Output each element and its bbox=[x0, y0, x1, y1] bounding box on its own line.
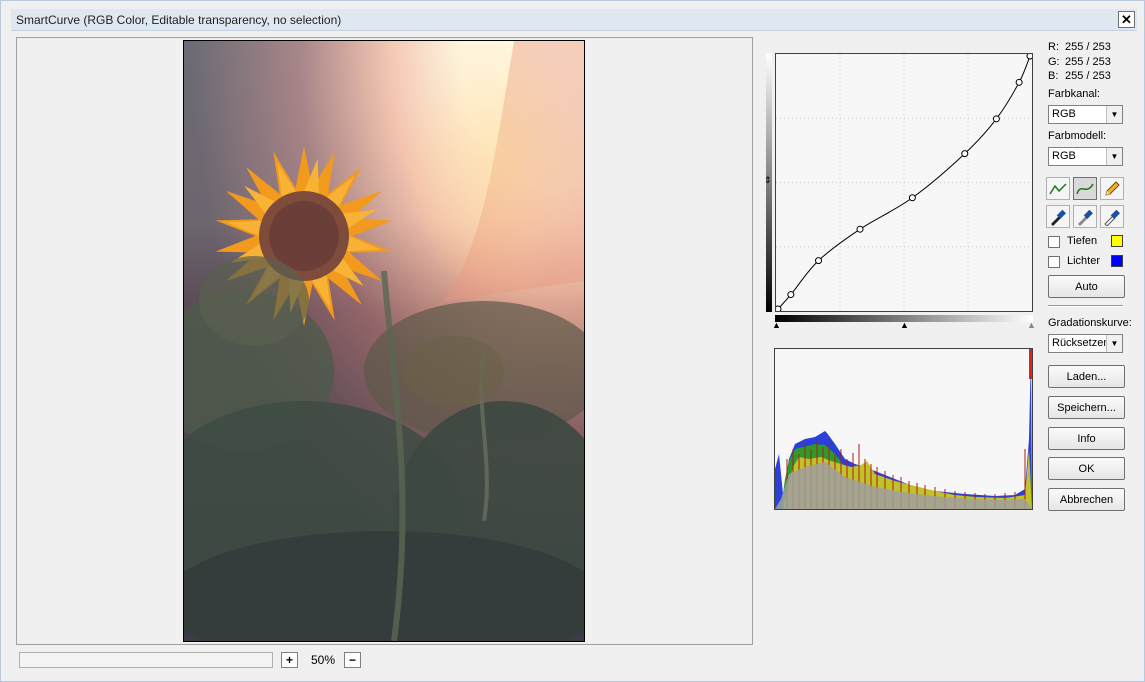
channel-select[interactable]: RGB ▼ bbox=[1048, 105, 1123, 124]
smooth-curve-tool[interactable] bbox=[1073, 177, 1097, 200]
curve-control-point[interactable] bbox=[856, 225, 864, 233]
pencil-icon bbox=[1105, 180, 1120, 196]
gray-eyedropper-icon bbox=[1078, 209, 1093, 226]
smartcurve-dialog: SmartCurve (RGB Color, Editable transpar… bbox=[0, 0, 1145, 682]
shadows-label: Tiefen bbox=[1067, 235, 1098, 247]
blue-value: 255 / 253 bbox=[1065, 70, 1111, 82]
info-button[interactable]: Info bbox=[1048, 427, 1125, 450]
zoom-in-button[interactable]: + bbox=[281, 652, 298, 668]
black-point-handle[interactable]: ▲ bbox=[772, 321, 781, 330]
highlights-label: Lichter bbox=[1067, 255, 1101, 267]
curve-control-point[interactable] bbox=[908, 194, 916, 202]
curve-grid bbox=[776, 54, 1032, 311]
highlights-checkbox[interactable] bbox=[1048, 256, 1060, 268]
white-point-handle[interactable]: ▲ bbox=[1027, 321, 1036, 330]
curve-control-point[interactable] bbox=[787, 291, 795, 299]
minus-icon: − bbox=[348, 653, 356, 667]
color-model-label: Farbmodell: bbox=[1048, 130, 1107, 142]
blue-label: B: bbox=[1048, 70, 1059, 82]
title-bar: SmartCurve (RGB Color, Editable transpar… bbox=[11, 9, 1137, 31]
chevron-down-icon: ▼ bbox=[1106, 335, 1122, 352]
curve-control-point[interactable] bbox=[815, 257, 823, 265]
progress-bar bbox=[19, 652, 273, 668]
histogram-canvas bbox=[775, 349, 1032, 509]
curve-control-point[interactable] bbox=[992, 115, 1000, 123]
green-value: 255 / 253 bbox=[1065, 55, 1111, 68]
sunflower-photo bbox=[184, 41, 584, 641]
plus-icon: + bbox=[285, 653, 293, 667]
chevron-down-icon: ▼ bbox=[1106, 106, 1122, 123]
curve-control-point[interactable] bbox=[1026, 52, 1034, 60]
close-button[interactable]: ✕ bbox=[1118, 11, 1135, 28]
load-button[interactable]: Laden... bbox=[1048, 365, 1125, 388]
color-model-select-value: RGB bbox=[1052, 150, 1076, 162]
curve-control-point[interactable] bbox=[774, 305, 782, 313]
color-model-select[interactable]: RGB ▼ bbox=[1048, 147, 1123, 166]
shadows-checkbox[interactable] bbox=[1048, 236, 1060, 248]
highlights-color-swatch[interactable] bbox=[1111, 255, 1123, 267]
pixel-value-readout: R: 255 / 253 G: 255 / 253 B: 255 / 253 bbox=[1048, 40, 1111, 84]
curve-editor[interactable] bbox=[774, 52, 1034, 313]
output-midpoint-handle[interactable]: ⇕ bbox=[764, 176, 772, 185]
histogram bbox=[774, 348, 1033, 510]
channel-select-value: RGB bbox=[1052, 108, 1076, 120]
save-button[interactable]: Speichern... bbox=[1048, 396, 1125, 419]
pencil-tool[interactable] bbox=[1100, 177, 1124, 200]
zoom-out-button[interactable]: − bbox=[344, 652, 361, 668]
red-label: R: bbox=[1048, 41, 1059, 53]
curve-control-point[interactable] bbox=[961, 150, 969, 158]
black-eyedropper-icon bbox=[1051, 209, 1066, 226]
red-value: 255 / 253 bbox=[1065, 41, 1111, 53]
curve-preset-value: Rücksetzen bbox=[1052, 337, 1110, 349]
curve-preset-select[interactable]: Rücksetzen ▼ bbox=[1048, 334, 1123, 353]
curve-control-point[interactable] bbox=[1015, 78, 1023, 86]
black-eyedropper-tool[interactable] bbox=[1046, 205, 1070, 228]
cancel-button[interactable]: Abbrechen bbox=[1048, 488, 1125, 511]
zoom-level: 50% bbox=[311, 653, 336, 667]
polyline-curve-tool[interactable] bbox=[1046, 177, 1070, 200]
curve-preset-label: Gradationskurve: bbox=[1048, 317, 1132, 329]
ok-button[interactable]: OK bbox=[1048, 457, 1125, 480]
shadows-color-swatch[interactable] bbox=[1111, 235, 1123, 247]
gamma-handle[interactable]: ▲ bbox=[900, 321, 909, 330]
gray-eyedropper-tool[interactable] bbox=[1073, 205, 1097, 228]
polyline-curve-icon bbox=[1049, 182, 1067, 194]
smooth-curve-icon bbox=[1076, 183, 1094, 194]
window-title: SmartCurve (RGB Color, Editable transpar… bbox=[16, 13, 342, 27]
auto-button[interactable]: Auto bbox=[1048, 275, 1125, 298]
separator bbox=[1048, 305, 1123, 307]
channel-label: Farbkanal: bbox=[1048, 88, 1100, 100]
image-preview[interactable] bbox=[183, 40, 585, 642]
chevron-down-icon: ▼ bbox=[1106, 148, 1122, 165]
white-eyedropper-icon bbox=[1104, 209, 1120, 226]
curve-canvas[interactable] bbox=[774, 52, 1034, 313]
close-icon: ✕ bbox=[1121, 12, 1132, 27]
green-label: G: bbox=[1048, 55, 1060, 68]
white-eyedropper-tool[interactable] bbox=[1100, 205, 1124, 228]
